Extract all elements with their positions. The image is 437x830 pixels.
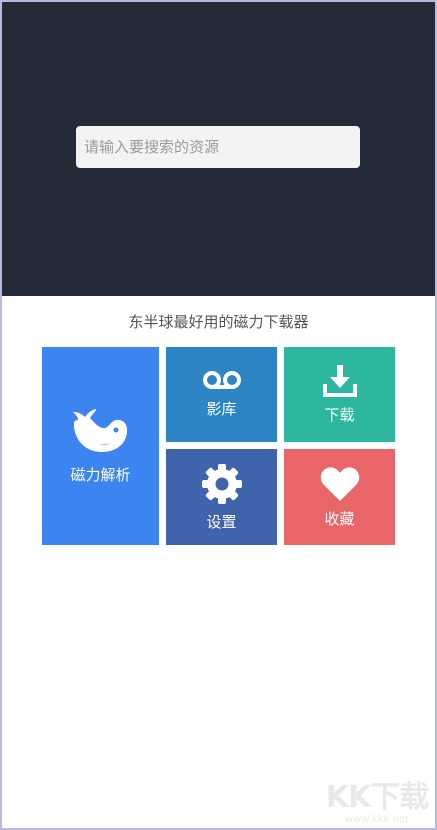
magnet-parse-button[interactable]: 磁力解析: [42, 347, 159, 545]
settings-button[interactable]: 设置: [166, 449, 277, 545]
library-label: 影库: [206, 400, 237, 418]
favorites-button[interactable]: 收藏: [284, 449, 395, 545]
watermark-logo-text: KK下载: [325, 780, 430, 815]
download-button[interactable]: 下载: [284, 347, 395, 442]
download-icon: [322, 365, 357, 397]
gear-icon: [201, 463, 242, 504]
header: [2, 2, 435, 296]
whale-icon: [72, 408, 127, 452]
library-button[interactable]: 影库: [166, 347, 277, 442]
slogan: 东半球最好用的磁力下载器: [128, 313, 309, 331]
watermark: KK下载 www.kkx.net: [318, 772, 435, 825]
search-input[interactable]: [76, 126, 360, 168]
favorites-label: 收藏: [324, 509, 355, 528]
cassette-icon: [202, 371, 241, 389]
app-screen: 东半球最好用的磁力下载器 磁力解析 影库 下载: [0, 0, 437, 830]
heart-icon: [320, 466, 359, 501]
magnet-parse-label: 磁力解析: [70, 465, 131, 484]
settings-label: 设置: [206, 512, 237, 531]
download-label: 下载: [324, 406, 355, 424]
